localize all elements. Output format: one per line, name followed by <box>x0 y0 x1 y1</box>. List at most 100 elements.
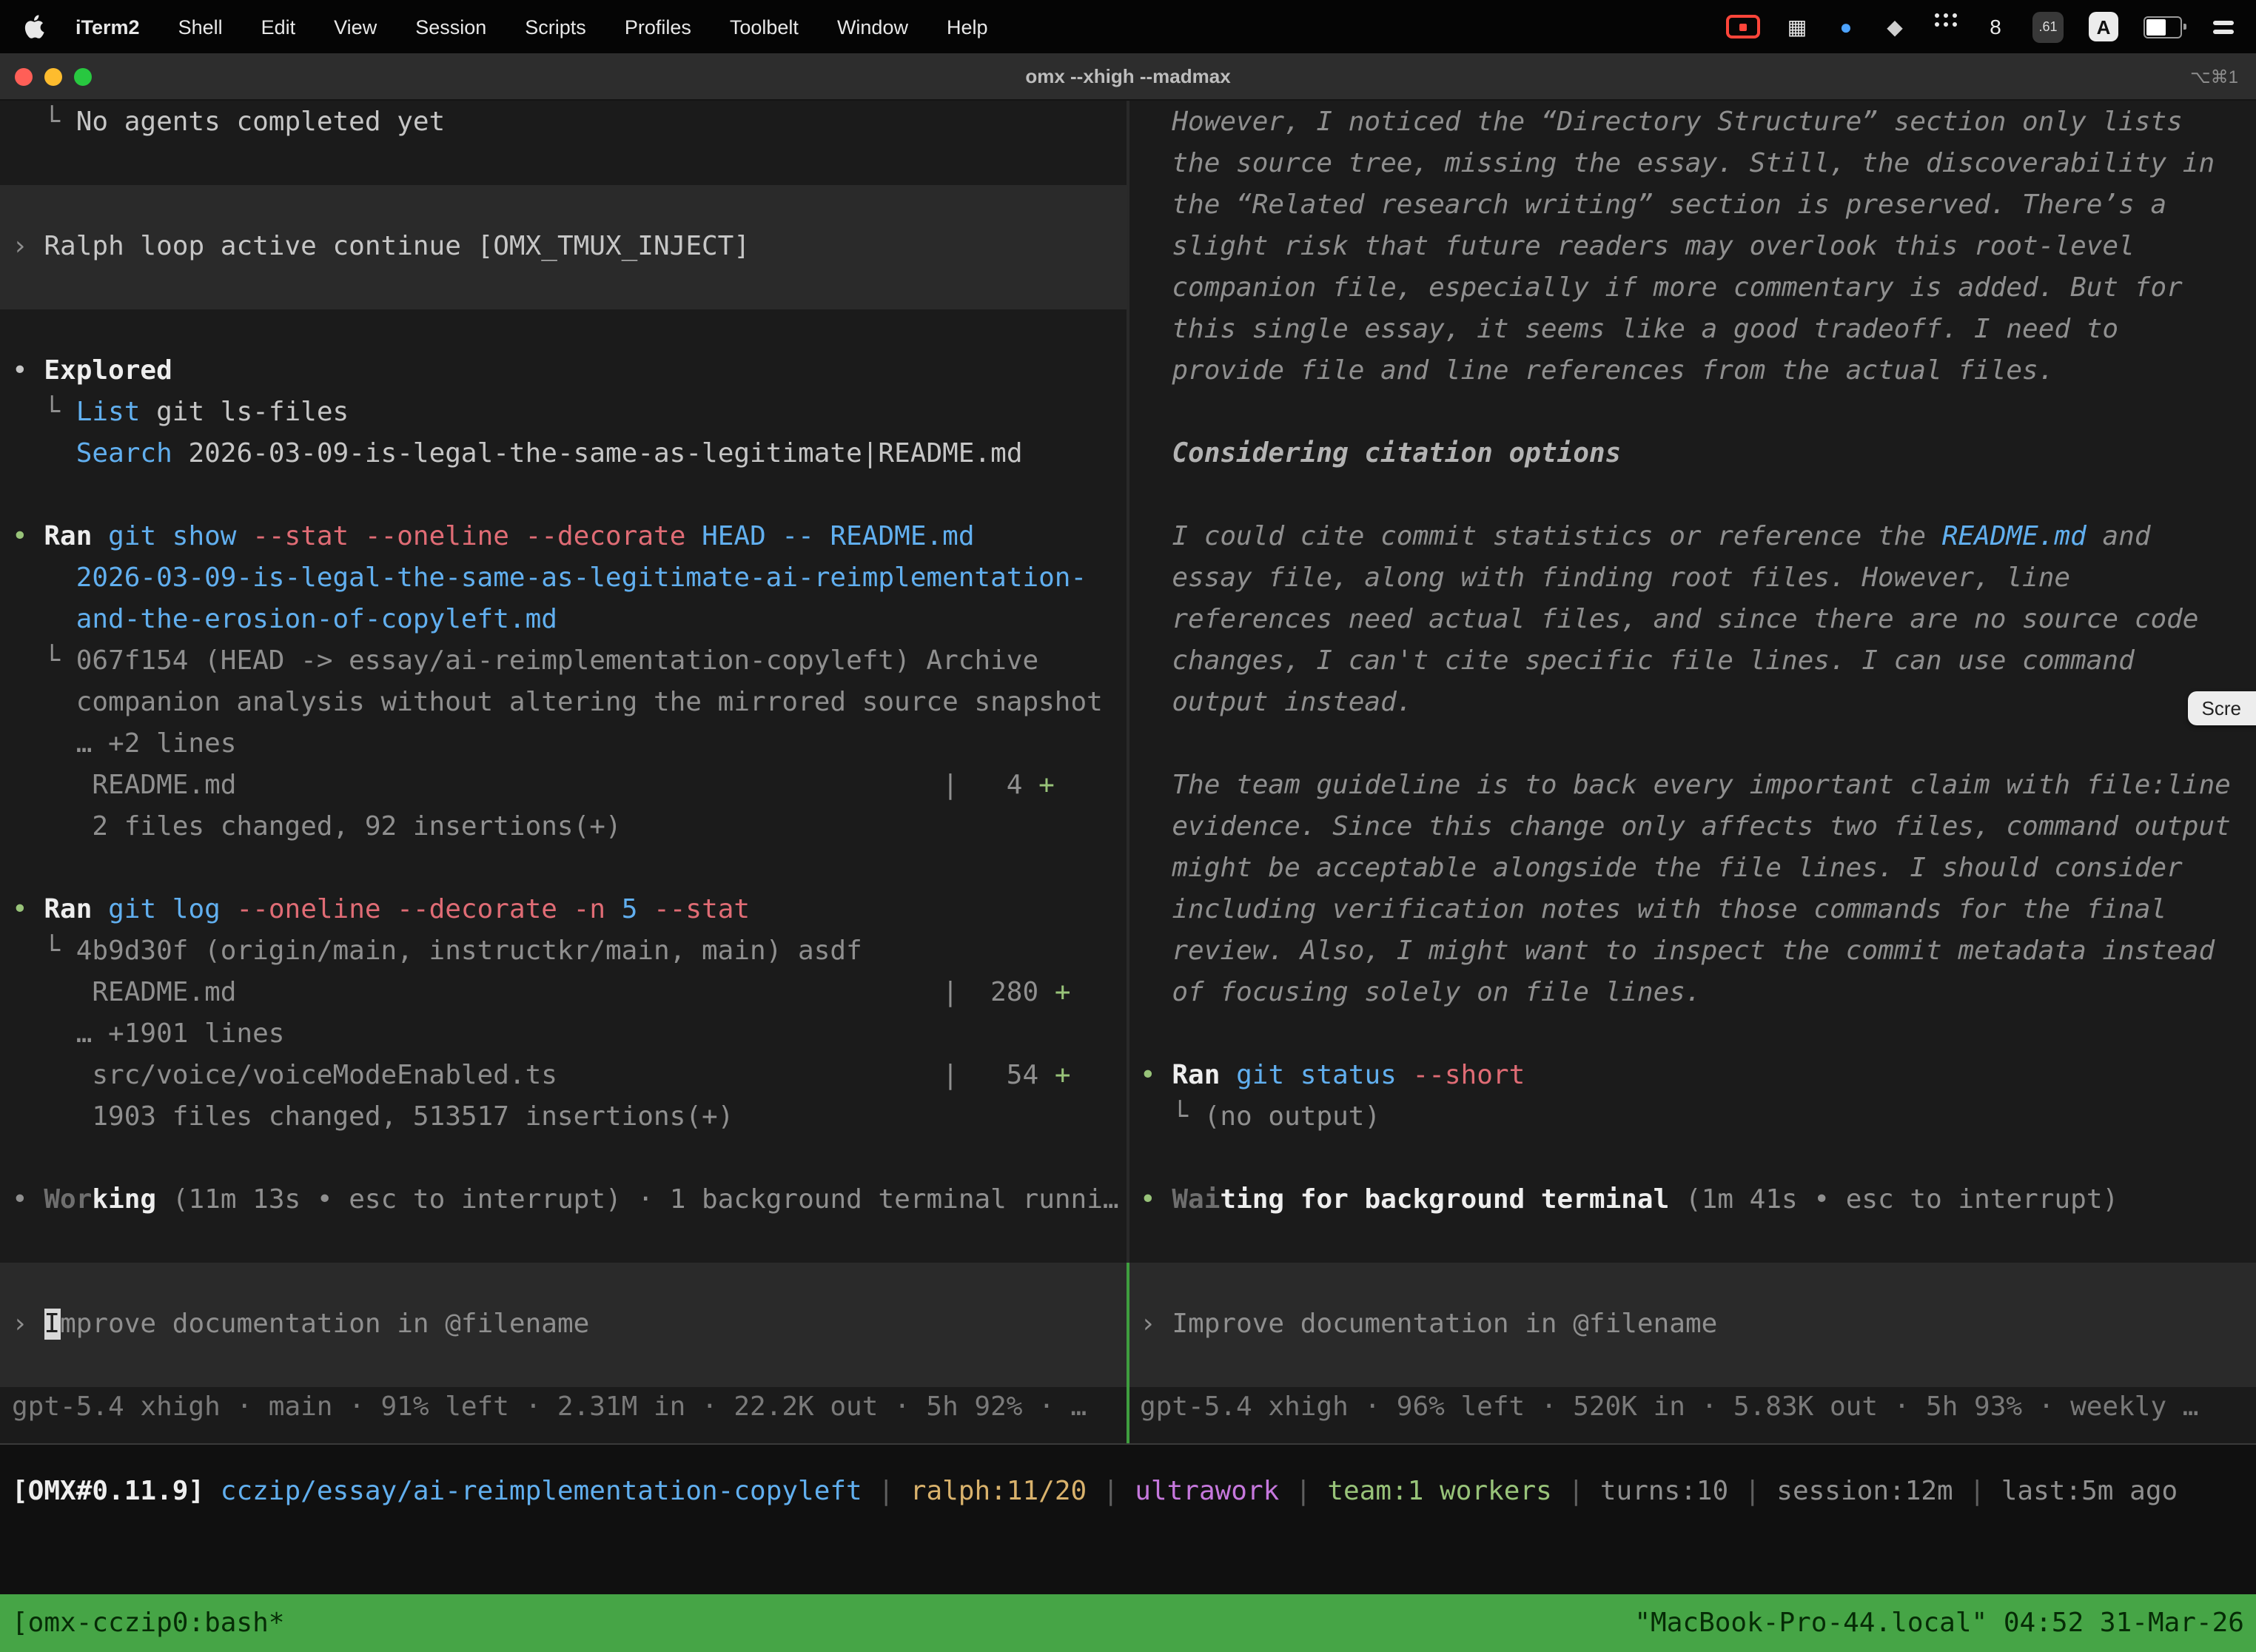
menu-item-view[interactable]: View <box>315 16 396 38</box>
right-prompt-input[interactable]: › Improve documentation in @filename <box>1128 1304 2256 1346</box>
right-terminal-line: evidence. Since this change only affects… <box>1128 807 2256 848</box>
window-title-bar[interactable]: omx --xhigh --madmax ⌥⌘1 <box>0 53 2256 101</box>
pane-divider-active-segment <box>1127 1263 1129 1443</box>
left-terminal-line <box>0 185 1128 226</box>
pane-divider[interactable] <box>1127 101 1129 1443</box>
left-terminal-line: • Ran git log --oneline --decorate -n 5 … <box>0 890 1128 931</box>
screen: iTerm2ShellEditViewSessionScriptsProfile… <box>0 0 2256 1652</box>
right-terminal-line: companion file, especially if more comme… <box>1128 268 2256 309</box>
left-terminal-line: • Explored <box>0 351 1128 392</box>
tmux-status-bar: [omx-cczip0:bash* "MacBook-Pro-44.local"… <box>0 1594 2256 1652</box>
grid-app-icon[interactable]: ▦ <box>1785 10 1809 43</box>
right-terminal-line <box>1128 1138 2256 1180</box>
left-terminal-line: … +2 lines <box>0 724 1128 765</box>
left-terminal-line: gpt-5.4 xhigh · main · 91% left · 2.31M … <box>0 1387 1128 1428</box>
left-terminal-line: └ List git ls-files <box>0 392 1128 434</box>
menu-item-help[interactable]: Help <box>927 16 1007 38</box>
left-terminal-line: … +1901 lines <box>0 1014 1128 1055</box>
right-terminal-line: • Waiting for background terminal (1m 41… <box>1128 1180 2256 1221</box>
blue-app-icon[interactable]: ● <box>1834 10 1858 43</box>
right-terminal-line: Considering citation options <box>1128 434 2256 475</box>
left-terminal-line: • Ran git show --stat --oneline --decora… <box>0 517 1128 558</box>
menu-item-toolbelt[interactable]: Toolbelt <box>711 16 818 38</box>
right-terminal-line: changes, I can't cite specific file line… <box>1128 641 2256 682</box>
right-terminal-line: the source tree, missing the essay. Stil… <box>1128 144 2256 185</box>
right-terminal-line: might be acceptable alongside the file l… <box>1128 848 2256 890</box>
left-terminal-line <box>0 268 1128 309</box>
right-terminal-line: • Ran git status --short <box>1128 1055 2256 1097</box>
left-terminal-line <box>0 144 1128 185</box>
right-terminal-line <box>1128 392 2256 434</box>
tmux-host-clock: "MacBook-Pro-44.local" 04:52 31-Mar-26 <box>1634 1608 2244 1639</box>
right-terminal-line <box>1128 475 2256 517</box>
right-terminal-line: including verification notes with those … <box>1128 890 2256 931</box>
battery-icon[interactable] <box>2143 10 2186 43</box>
right-terminal-line: essay file, along with finding root file… <box>1128 558 2256 600</box>
right-terminal-line: output instead. <box>1128 682 2256 724</box>
right-terminal-line: this single essay, it seems like a good … <box>1128 309 2256 351</box>
screen-recording-indicator-icon[interactable] <box>1726 10 1760 43</box>
right-terminal-line: └ (no output) <box>1128 1097 2256 1138</box>
menu-bar-status-icons: ▦ ● ◆ 8 .61 A <box>1726 10 2256 43</box>
left-terminal-line <box>0 1221 1128 1263</box>
left-terminal-line: 2026-03-09-is-legal-the-same-as-legitima… <box>0 558 1128 600</box>
left-terminal-line: › Ralph loop active continue [OMX_TMUX_I… <box>0 226 1128 268</box>
eight-icon[interactable]: 8 <box>1984 10 2007 43</box>
minimize-button[interactable] <box>44 67 62 85</box>
menu-item-iterm2[interactable]: iTerm2 <box>56 16 159 38</box>
right-terminal-line: references need actual files, and since … <box>1128 600 2256 641</box>
omx-status-bar: [OMX#0.11.9] cczip/essay/ai-reimplementa… <box>0 1443 2256 1594</box>
left-terminal-line <box>0 475 1128 517</box>
menu-items: iTerm2ShellEditViewSessionScriptsProfile… <box>56 16 1007 38</box>
right-terminal-line: gpt-5.4 xhigh · 96% left · 520K in · 5.8… <box>1128 1387 2256 1428</box>
left-terminal-line <box>0 1263 1128 1304</box>
zoom-button[interactable] <box>74 67 92 85</box>
close-button[interactable] <box>15 67 33 85</box>
percent-badge-icon[interactable]: .61 <box>2032 11 2064 42</box>
right-pane[interactable]: However, I noticed the “Directory Struct… <box>1128 101 2256 1443</box>
right-terminal-line: of focusing solely on file lines. <box>1128 973 2256 1014</box>
dark-app-icon[interactable]: ◆ <box>1883 10 1907 43</box>
control-center-icon[interactable] <box>2212 10 2235 43</box>
input-source-a-icon[interactable]: A <box>2089 12 2118 41</box>
left-terminal-line: └ 067f154 (HEAD -> essay/ai-reimplementa… <box>0 641 1128 682</box>
right-terminal-line <box>1128 1014 2256 1055</box>
menu-item-profiles[interactable]: Profiles <box>605 16 711 38</box>
right-terminal-line: However, I noticed the “Directory Struct… <box>1128 102 2256 144</box>
menu-item-session[interactable]: Session <box>396 16 506 38</box>
menu-item-shell[interactable]: Shell <box>159 16 242 38</box>
right-terminal-line <box>1128 1346 2256 1387</box>
menu-item-edit[interactable]: Edit <box>242 16 315 38</box>
left-pane[interactable]: └ No agents completed yet› Ralph loop ac… <box>0 101 1128 1443</box>
left-prompt-input[interactable]: › Improve documentation in @filename <box>0 1304 1128 1346</box>
left-terminal-line: and-the-erosion-of-copyleft.md <box>0 600 1128 641</box>
right-terminal-line <box>1128 1221 2256 1263</box>
right-terminal-line: I could cite commit statistics or refere… <box>1128 517 2256 558</box>
right-terminal-line: review. Also, I might want to inspect th… <box>1128 931 2256 973</box>
apple-menu-icon[interactable] <box>24 15 44 38</box>
tmux-session-window: [omx-cczip0:bash* <box>12 1608 284 1639</box>
terminal: └ No agents completed yet› Ralph loop ac… <box>0 101 2256 1443</box>
left-terminal-line: README.md | 4 + <box>0 765 1128 807</box>
right-terminal-line: slight risk that future readers may over… <box>1128 226 2256 268</box>
left-terminal-line: Search 2026-03-09-is-legal-the-same-as-l… <box>0 434 1128 475</box>
left-terminal-line <box>0 1138 1128 1180</box>
menu-bar-left: iTerm2ShellEditViewSessionScriptsProfile… <box>0 15 1007 38</box>
left-terminal-line: └ 4b9d30f (origin/main, instructkr/main,… <box>0 931 1128 973</box>
left-terminal-line: src/voice/voiceModeEnabled.ts | 54 + <box>0 1055 1128 1097</box>
screen-share-overlay-button[interactable]: Scre <box>2189 691 2256 725</box>
dots-grid-icon[interactable] <box>1932 10 1958 43</box>
left-terminal-line: companion analysis without altering the … <box>0 682 1128 724</box>
right-terminal-line <box>1128 724 2256 765</box>
menu-item-window[interactable]: Window <box>818 16 927 38</box>
omx-status-line: [OMX#0.11.9] cczip/essay/ai-reimplementa… <box>12 1471 2256 1513</box>
right-terminal-line: provide file and line references from th… <box>1128 351 2256 392</box>
left-terminal-line: README.md | 280 + <box>0 973 1128 1014</box>
right-terminal-line: the “Related research writing” section i… <box>1128 185 2256 226</box>
menu-item-scripts[interactable]: Scripts <box>506 16 605 38</box>
left-terminal-line <box>0 848 1128 890</box>
left-terminal-line: 2 files changed, 92 insertions(+) <box>0 807 1128 848</box>
left-terminal-line: 1903 files changed, 513517 insertions(+) <box>0 1097 1128 1138</box>
right-terminal-line: The team guideline is to back every impo… <box>1128 765 2256 807</box>
menu-bar: iTerm2ShellEditViewSessionScriptsProfile… <box>0 0 2256 53</box>
